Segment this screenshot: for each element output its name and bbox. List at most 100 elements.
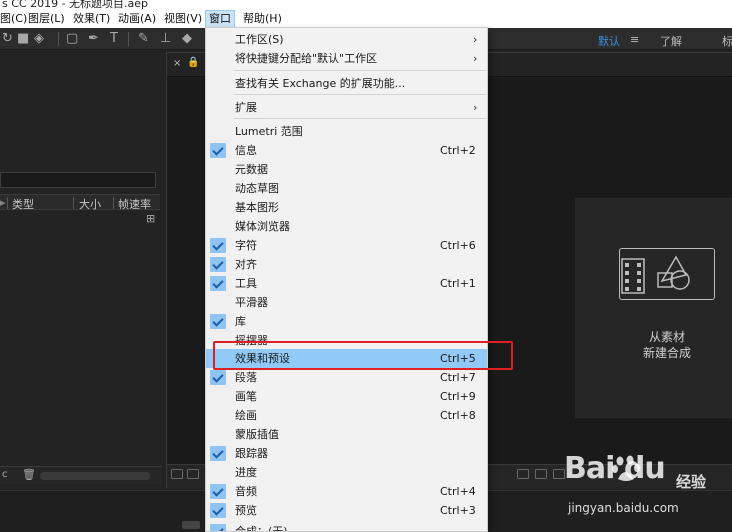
close-icon[interactable]: × xyxy=(173,58,181,69)
project-search-input[interactable] xyxy=(0,172,156,188)
lock-icon[interactable]: 🔒 xyxy=(187,57,199,68)
footer-icon[interactable] xyxy=(517,469,529,479)
menu-item[interactable]: 库 xyxy=(206,312,487,331)
menu-item-label: Lumetri 范围 xyxy=(235,125,303,138)
pen-tool-icon[interactable]: ✒ xyxy=(88,32,99,46)
checkmark-icon xyxy=(210,370,226,385)
column-framerate[interactable]: 帧速率 xyxy=(118,196,151,212)
menu-item-shortcut: Ctrl+7 xyxy=(440,371,476,384)
trash-icon[interactable]: 🗑 xyxy=(22,468,36,481)
menu-item-label: 对齐 xyxy=(235,258,257,271)
menu-help[interactable]: 帮助(H) xyxy=(243,10,282,28)
menu-item-label: 预览 xyxy=(235,504,257,517)
menu-item-label: 进度 xyxy=(235,466,257,479)
menu-item[interactable]: 段落 Ctrl+7 xyxy=(206,368,487,387)
menu-item[interactable]: Lumetri 范围 xyxy=(206,122,487,141)
menu-item[interactable]: 将快捷键分配给"默认"工作区 › xyxy=(206,49,487,68)
submenu-arrow-icon: › xyxy=(473,101,478,114)
workspace-default[interactable]: 默认 xyxy=(598,33,620,49)
window-dropdown-menu: 工作区(S) › 将快捷键分配给"默认"工作区 › 查找有关 Exchange 的扩展功… xyxy=(205,27,488,532)
menu-animation[interactable]: 动画(A) xyxy=(118,10,156,28)
menu-item-label: 媒体浏览器 xyxy=(235,220,290,233)
menu-item-label: 基本图形 xyxy=(235,201,279,214)
column-divider xyxy=(7,197,8,209)
menu-item[interactable]: 跟踪器 xyxy=(206,444,487,463)
menu-item[interactable]: 合成：(无) xyxy=(206,522,487,532)
brush-tool-icon[interactable]: ✎ xyxy=(138,32,149,46)
menu-item[interactable]: 动态草图 xyxy=(206,179,487,198)
menu-item-label: 绘画 xyxy=(235,409,257,422)
menu-item-shortcut: Ctrl+8 xyxy=(440,409,476,422)
workspace-standard[interactable]: 标 xyxy=(722,33,732,49)
footer-icon[interactable] xyxy=(535,469,547,479)
toolbar-divider xyxy=(58,32,59,46)
rectangle-tool-icon[interactable]: ▢ xyxy=(66,32,78,46)
flowchart-icon[interactable]: ⊞ xyxy=(146,212,155,225)
menu-item-label: 合成：(无) xyxy=(235,525,288,532)
menu-item[interactable]: 对齐 xyxy=(206,255,487,274)
baidu-watermark: Bai du 经验 jingyan.baidu.com xyxy=(564,451,732,525)
checkmark-icon xyxy=(210,143,226,158)
checkmark-icon xyxy=(210,503,226,518)
menu-composition[interactable]: 图(C) xyxy=(0,10,27,28)
new-comp-from-footage-card[interactable]: 从素材 新建合成 xyxy=(575,198,732,418)
rotate-tool-icon[interactable]: ↻ xyxy=(2,32,13,46)
menu-item-label: 查找有关 Exchange 的扩展功能... xyxy=(235,77,406,90)
column-divider xyxy=(113,197,114,209)
column-type[interactable]: 类型 xyxy=(12,196,34,212)
menu-item[interactable]: 进度 xyxy=(206,463,487,482)
workspace-learn[interactable]: 了解 xyxy=(660,33,682,49)
timeline-control[interactable] xyxy=(182,521,200,529)
pan-behind-tool-icon[interactable]: ◈ xyxy=(34,32,44,46)
title-bar: s CC 2019 - 无标题项目.aep xyxy=(0,0,732,10)
menu-item-shortcut: Ctrl+2 xyxy=(440,144,476,157)
menu-item-label: 动态草图 xyxy=(235,182,279,195)
thumbnail-slider[interactable] xyxy=(40,472,150,480)
workspace-menu-icon[interactable]: ≡ xyxy=(630,33,639,46)
menu-item-shortcut: Ctrl+6 xyxy=(440,239,476,252)
card-line-2: 新建合成 xyxy=(642,346,691,360)
camera-tool-icon[interactable]: ■ xyxy=(17,32,29,46)
menu-view[interactable]: 视图(V) xyxy=(164,10,202,28)
column-arrow-icon: ▸ xyxy=(0,196,6,209)
menu-layer[interactable]: 图层(L) xyxy=(28,10,65,28)
menu-item-label: 字符 xyxy=(235,239,257,252)
menu-window[interactable]: 窗口 xyxy=(205,10,235,28)
checkmark-icon xyxy=(210,484,226,499)
menu-item[interactable]: 元数据 xyxy=(206,160,487,179)
menu-item[interactable]: 扩展 › xyxy=(206,98,487,117)
menu-item[interactable]: 查找有关 Exchange 的扩展功能... xyxy=(206,74,487,93)
footer-icon[interactable] xyxy=(187,469,199,479)
menu-item[interactable]: 蒙版插值 xyxy=(206,425,487,444)
column-divider xyxy=(73,197,74,209)
watermark-logo-cn: 经验 xyxy=(676,473,707,491)
footer-icon[interactable] xyxy=(171,469,183,479)
menu-item[interactable]: 工具 Ctrl+1 xyxy=(206,274,487,293)
menu-item[interactable]: 媒体浏览器 xyxy=(206,217,487,236)
column-size[interactable]: 大小 xyxy=(79,196,101,212)
clone-stamp-tool-icon[interactable]: ⊥ xyxy=(160,32,171,46)
menu-item-label: 工作区(S) xyxy=(235,33,284,46)
menu-item[interactable]: 基本图形 xyxy=(206,198,487,217)
checkmark-icon xyxy=(210,276,226,291)
menu-effect[interactable]: 效果(T) xyxy=(73,10,110,28)
menu-item[interactable]: 绘画 Ctrl+8 xyxy=(206,406,487,425)
menu-item[interactable]: 画笔 Ctrl+9 xyxy=(206,387,487,406)
menu-item[interactable]: 预览 Ctrl+3 xyxy=(206,501,487,520)
menu-bar: 图(C) 图层(L) 效果(T) 动画(A) 视图(V) 窗口 帮助(H) xyxy=(0,10,732,28)
menu-item[interactable]: 音频 Ctrl+4 xyxy=(206,482,487,501)
toolbar-divider xyxy=(128,32,129,46)
menu-item[interactable]: 平滑器 xyxy=(206,293,487,312)
menu-item[interactable]: 工作区(S) › xyxy=(206,30,487,49)
menu-item-label: 工具 xyxy=(235,277,257,290)
eraser-tool-icon[interactable]: ◆ xyxy=(182,32,192,46)
menu-item-label: 扩展 xyxy=(235,101,257,114)
menu-item-label: 元数据 xyxy=(235,163,268,176)
menu-item[interactable]: 信息 Ctrl+2 xyxy=(206,141,487,160)
menu-item-label: 信息 xyxy=(235,144,257,157)
type-tool-icon[interactable]: T xyxy=(110,32,118,46)
menu-item[interactable]: 字符 Ctrl+6 xyxy=(206,236,487,255)
menu-item-label: 跟踪器 xyxy=(235,447,268,460)
menu-item-shortcut: Ctrl+9 xyxy=(440,390,476,403)
window-title: s CC 2019 - 无标题项目.aep xyxy=(2,0,149,10)
